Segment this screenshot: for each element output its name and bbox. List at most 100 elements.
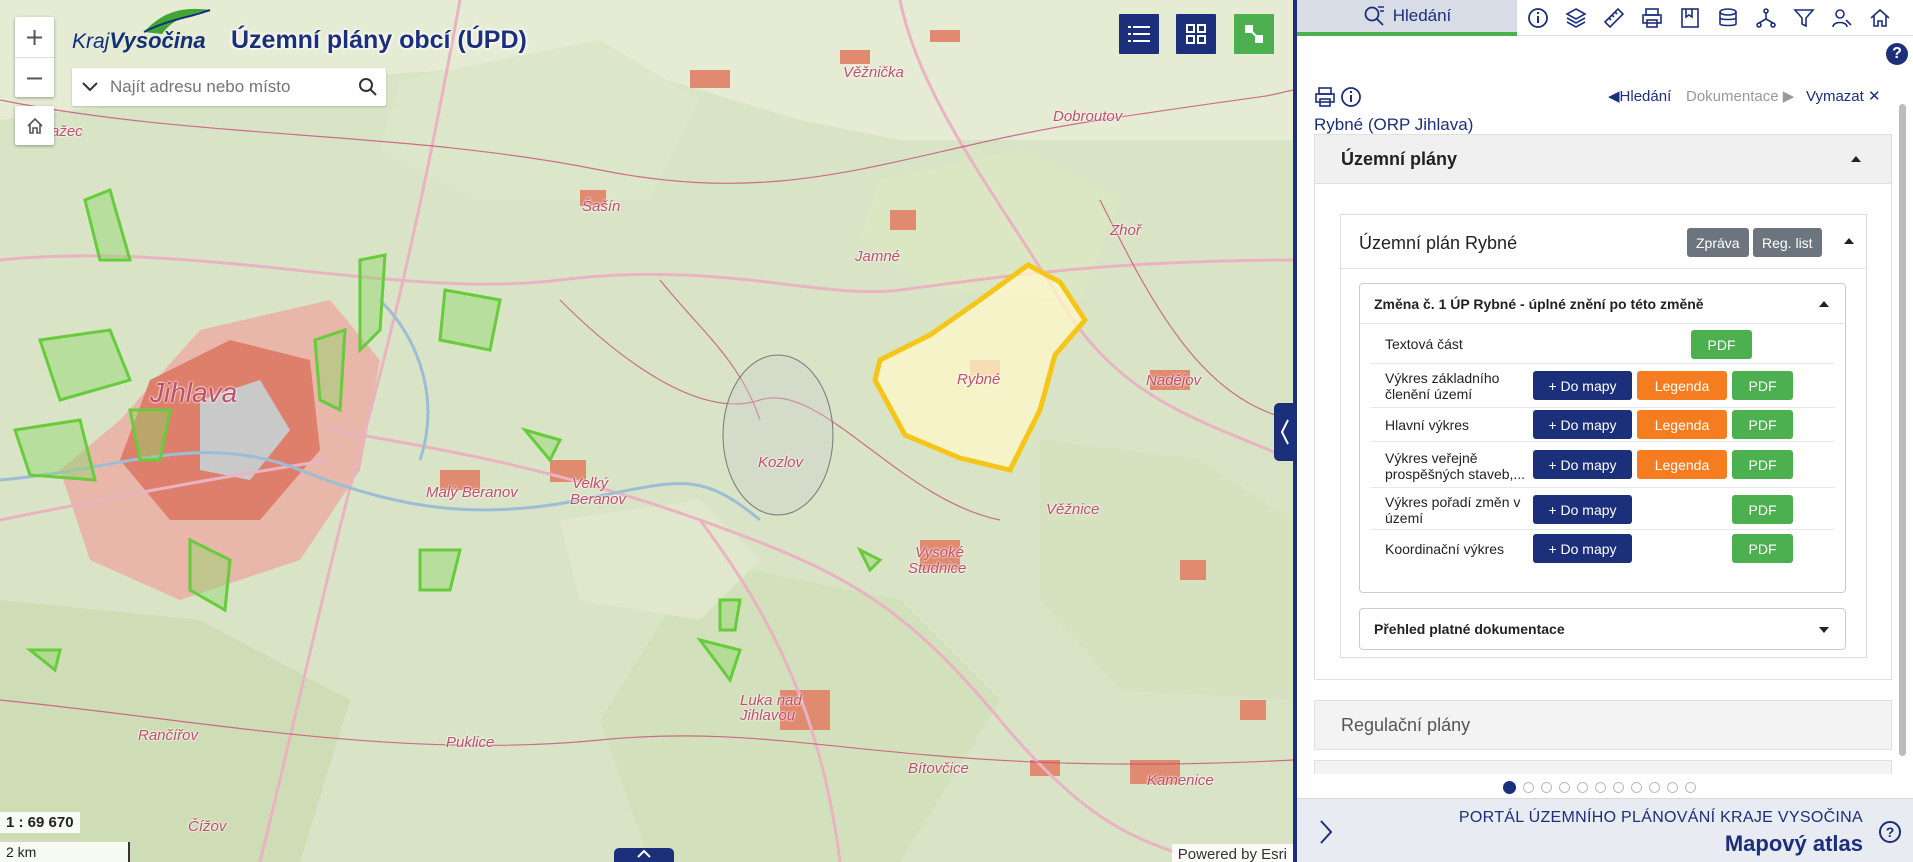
scrollbar-thumb[interactable] [1899, 104, 1906, 756]
tab-print[interactable] [1637, 3, 1667, 33]
pdf-button[interactable]: PDF [1732, 371, 1793, 400]
list-icon [1128, 26, 1150, 42]
pagination-dot[interactable] [1667, 781, 1678, 793]
map-view[interactable]: Jihlava Rybné Kozlov Malý Beranov Velký … [0, 0, 1293, 862]
section-regulacni-plany[interactable]: Regulační plány [1314, 700, 1892, 750]
pdf-button[interactable]: PDF [1732, 410, 1793, 439]
pagination-dot[interactable] [1685, 781, 1696, 793]
legend-button[interactable]: Legenda [1637, 371, 1727, 400]
tab-data[interactable] [1713, 3, 1743, 33]
results-scroll-area: Územní plány Územní plán Rybné Zpráva Re… [1314, 134, 1892, 774]
pdf-button[interactable]: PDF [1732, 450, 1793, 479]
pagination-dot[interactable] [1503, 780, 1516, 794]
tab-search[interactable]: Hledání [1297, 0, 1517, 36]
doc-row-vps: Výkres veřejně prospěšných staveb,... + … [1370, 442, 1835, 488]
map-label-vezice: Věžnice [1046, 501, 1100, 518]
report-button[interactable]: Zpráva [1687, 228, 1749, 257]
add-to-map-button[interactable]: + Do mapy [1533, 495, 1632, 524]
section-next[interactable] [1314, 760, 1892, 774]
change-card-header[interactable]: Změna č. 1 ÚP Rybné - úplné znění po tét… [1360, 284, 1845, 324]
footer: PORTÁL ÚZEMNÍHO PLÁNOVÁNÍ KRAJE VYSOČINA… [1297, 798, 1913, 862]
nav-forward-link[interactable]: Dokumentace ▶ [1686, 87, 1794, 105]
collapse-panel-button[interactable] [1274, 403, 1293, 461]
scale-text: 1 : 69 670 [0, 812, 80, 833]
add-to-map-button[interactable]: + Do mapy [1533, 450, 1632, 479]
pdf-button[interactable]: PDF [1732, 495, 1793, 524]
pagination-dot[interactable] [1541, 781, 1552, 793]
overview-map-button[interactable] [1234, 14, 1274, 54]
search-submit-button[interactable] [350, 77, 386, 97]
home-button[interactable] [15, 106, 54, 145]
pagination-dot[interactable] [1613, 781, 1624, 793]
nav-back-link[interactable]: ◀Hledání [1608, 87, 1671, 105]
footer-atlas: Mapový atlas [1724, 831, 1863, 856]
tab-info[interactable] [1523, 3, 1553, 33]
app-title: Územní plány obcí (ÚPD) [231, 26, 527, 54]
map-label-zhor: Zhoř [1110, 222, 1141, 239]
legend-list-button[interactable] [1119, 14, 1159, 54]
address-search [72, 68, 386, 106]
search-list-icon [1364, 6, 1384, 26]
map-label-dobroutov: Dobroutov [1053, 108, 1123, 125]
scale-bar: 2 km [0, 842, 130, 862]
tab-home[interactable] [1865, 3, 1895, 33]
chevron-left-icon [1280, 419, 1289, 445]
map-label-jihlava: Jihlava [150, 377, 238, 408]
zoom-in-button[interactable]: + [15, 17, 54, 57]
doc-name: Výkres základního členění území [1385, 370, 1500, 402]
overview-card[interactable]: Přehled platné dokumentace [1359, 608, 1846, 650]
print-icon[interactable] [1314, 86, 1336, 108]
pagination-dot[interactable] [1559, 781, 1570, 793]
pagination-dot[interactable] [1577, 781, 1588, 793]
map-label-cizov: Čížov [188, 818, 227, 835]
map-label-velky-beranov-2: Beranov [570, 491, 626, 508]
footer-help-button[interactable]: ? [1879, 821, 1901, 843]
legend-button[interactable]: Legenda [1637, 410, 1727, 439]
chevron-right-icon[interactable] [1319, 819, 1333, 845]
reg-list-button[interactable]: Reg. list [1753, 228, 1822, 257]
basemap-gallery-button[interactable] [1176, 14, 1216, 54]
tab-measure[interactable] [1599, 3, 1629, 33]
help-button[interactable]: ? [1886, 43, 1908, 65]
tab-user[interactable] [1827, 3, 1857, 33]
doc-row-textova: Textová část PDF [1370, 326, 1835, 364]
pagination-dot[interactable] [1631, 781, 1642, 793]
legend-button[interactable]: Legenda [1637, 450, 1727, 479]
tab-share[interactable] [1751, 3, 1781, 33]
expand-bottom-button[interactable] [614, 848, 674, 862]
tab-bookmarks[interactable] [1675, 3, 1705, 33]
search-options-button[interactable] [72, 82, 108, 92]
tab-filter[interactable] [1789, 3, 1819, 33]
esri-attribution[interactable]: Powered by Esri [1171, 844, 1293, 862]
pdf-button[interactable]: PDF [1732, 534, 1793, 563]
section-uzemni-plany[interactable]: Územní plány [1314, 134, 1892, 184]
chevron-down-icon [82, 82, 98, 92]
map-label-bitovcice: Bítovčice [908, 760, 969, 777]
map-label-velky-beranov-1: Velký [572, 475, 609, 492]
side-panel: Hledání ? ◀Hledání Dokumentace ▶ Vymazat… [1297, 0, 1913, 862]
clear-label: Vymazat [1806, 88, 1864, 105]
pagination-dot[interactable] [1523, 781, 1534, 793]
pagination-dot[interactable] [1649, 781, 1660, 793]
user-search-icon [1832, 9, 1852, 28]
selected-municipality: Rybné (ORP Jihlava) [1314, 115, 1474, 134]
info-icon[interactable] [1340, 86, 1362, 108]
address-search-input[interactable] [108, 72, 350, 102]
caret-right-icon: ▶ [1778, 88, 1795, 105]
clear-button[interactable]: Vymazat ✕ [1806, 87, 1881, 105]
add-to-map-button[interactable]: + Do mapy [1533, 410, 1632, 439]
doc-name: Výkres pořadí změn v území [1385, 494, 1521, 526]
tab-layers[interactable] [1561, 3, 1591, 33]
pdf-button[interactable]: PDF [1691, 330, 1752, 359]
zoom-out-button[interactable]: − [15, 57, 54, 97]
panel-scrollbar[interactable] [1898, 92, 1907, 772]
add-to-map-button[interactable]: + Do mapy [1533, 534, 1632, 563]
footer-portal: PORTÁL ÚZEMNÍHO PLÁNOVÁNÍ KRAJE VYSOČINA [1458, 809, 1863, 826]
result-nav: ◀Hledání Dokumentace ▶ Vymazat ✕ [1314, 84, 1894, 108]
map-label-kamenice: Kamenice [1147, 772, 1214, 789]
map-label-vysoke-2: Studnice [908, 560, 967, 577]
plan-card-header[interactable]: Územní plán Rybné Zpráva Reg. list [1341, 215, 1866, 269]
pagination-dot[interactable] [1595, 781, 1606, 793]
add-to-map-button[interactable]: + Do mapy [1533, 371, 1632, 400]
doc-row-poradi: Výkres pořadí změn v území + Do mapy PDF [1370, 488, 1835, 530]
